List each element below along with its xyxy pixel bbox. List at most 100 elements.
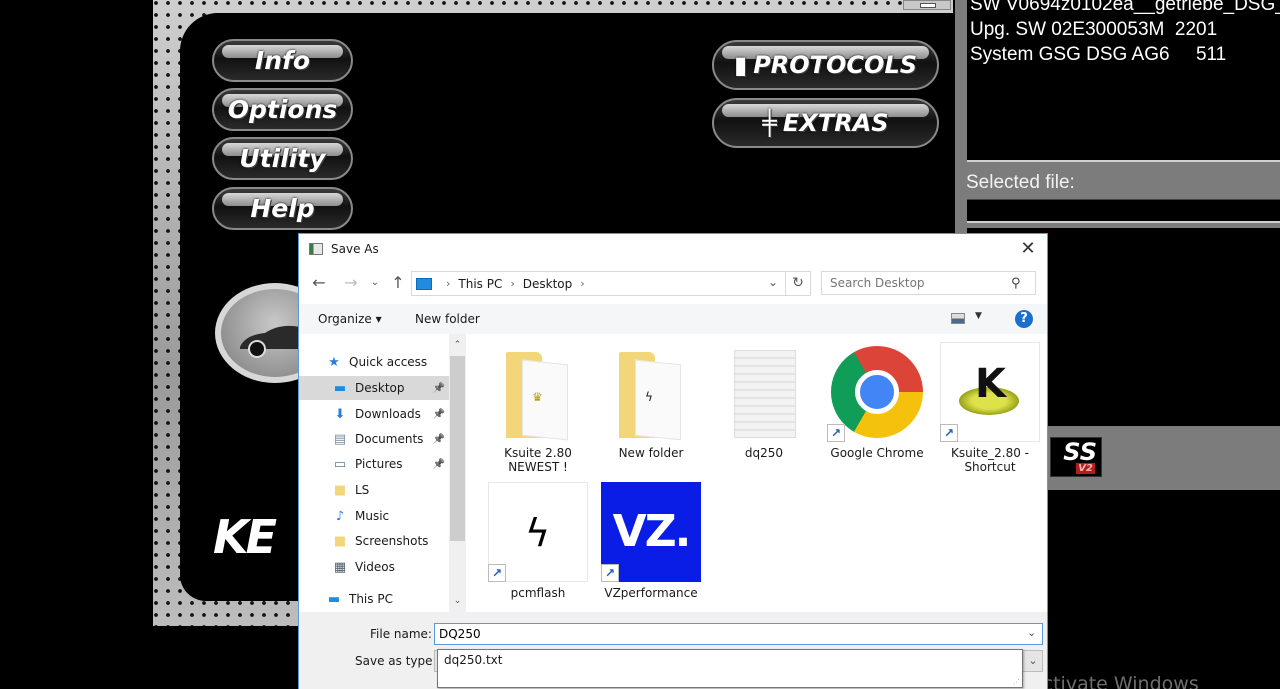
file-item[interactable]: ♛ Ksuite 2.80 NEWEST ! — [486, 342, 590, 474]
options-button[interactable]: Options — [212, 88, 353, 131]
sidebar-item-screenshots[interactable]: ■ Screenshots — [299, 529, 449, 553]
breadcrumb-desktop[interactable]: Desktop — [523, 277, 573, 291]
product-logo-text: SS — [1063, 438, 1097, 466]
file-item[interactable]: dq250 — [712, 342, 816, 460]
sidebar-item-videos[interactable]: ▦ Videos — [299, 555, 449, 579]
file-item[interactable]: ↗ Google Chrome — [825, 342, 929, 460]
info-button[interactable]: Info — [212, 39, 353, 82]
file-name: VZperformance — [604, 586, 698, 600]
save-as-dialog: Save As ✕ ← → ⌄ ↑ › This PC › Desktop › … — [298, 233, 1048, 689]
brand-logo: KE — [213, 510, 303, 560]
dialog-toolbar: Organize ▾ New folder ▼ ? — [299, 304, 1047, 334]
resize-grip-icon[interactable]: ⋰ — [1013, 678, 1020, 686]
sidebar-item-music[interactable]: ♪ Music — [299, 504, 449, 528]
brand-logo-text: KE — [213, 510, 277, 560]
music-icon: ♪ — [335, 508, 345, 524]
view-dropdown-icon[interactable]: ▼ — [975, 311, 982, 321]
activate-windows-watermark: Activate Windows — [1030, 673, 1199, 689]
minimize-button[interactable] — [903, 0, 951, 10]
address-dropdown-chevron-icon[interactable]: ⌄ — [768, 275, 778, 289]
this-pc-icon — [416, 277, 432, 290]
file-name-input[interactable] — [434, 623, 1043, 645]
pictures-icon: ▭ — [333, 456, 347, 472]
pin-icon: 📌 — [432, 433, 445, 445]
scroll-down-icon[interactable]: ⌄ — [449, 593, 466, 610]
new-folder-button[interactable]: New folder — [415, 312, 480, 326]
scroll-up-icon[interactable]: ⌃ — [449, 337, 466, 354]
folder-icon: ▮ — [733, 51, 748, 79]
ecu-info-text: SW V0694z0102ea__getriebe_DSG_ Upg. SW 02… — [967, 0, 1280, 162]
sidebar-item-quick-access[interactable]: ★ Quick access — [299, 350, 449, 374]
protocols-label: PROTOCOLS — [753, 51, 918, 79]
scrollbar-thumb[interactable] — [450, 356, 465, 541]
file-item[interactable]: VZ. ↗ VZperformance — [599, 482, 703, 600]
file-name: Ksuite_2.80 - Shortcut — [950, 446, 1029, 474]
sidebar-item-label: Desktop — [355, 381, 405, 395]
sidebar-item-label: LS — [355, 483, 370, 497]
extras-button[interactable]: ╪ EXTRAS — [712, 98, 939, 148]
dialog-titlebar[interactable]: Save As ✕ — [299, 234, 1047, 264]
star-icon: ★ — [328, 354, 340, 370]
info-line: Upg. SW 02E300053M 2201 — [970, 19, 1218, 40]
help-button[interactable]: Help — [212, 187, 353, 230]
search-icon[interactable]: ⚲ — [1011, 276, 1021, 291]
file-item[interactable]: K ↗ Ksuite_2.80 - Shortcut — [938, 342, 1042, 474]
extras-label: EXTRAS — [782, 109, 889, 137]
product-logo: SS V2 — [1050, 437, 1102, 477]
folder-icon: ■ — [333, 482, 347, 498]
chevron-right-icon: › — [510, 277, 515, 290]
utility-button[interactable]: Utility — [212, 137, 353, 180]
address-bar[interactable]: › This PC › Desktop › ⌄ — [411, 271, 811, 296]
product-logo-version: V2 — [1076, 463, 1095, 474]
documents-icon: ▤ — [333, 431, 347, 447]
sidebar-item-ls[interactable]: ■ LS — [299, 478, 449, 502]
sidebar-item-this-pc[interactable]: ▬ This PC — [299, 587, 449, 611]
sidebar-item-desktop[interactable]: ▬ Desktop 📌 — [299, 376, 449, 400]
chevron-right-icon: › — [580, 277, 585, 290]
sidebar-item-label: Documents — [355, 432, 424, 446]
save-options-panel: File name: ⌄ Save as type: ⌄ dq250.txt ⋰ — [299, 612, 1047, 689]
download-icon: ⬇ — [334, 406, 346, 422]
sidebar-item-label: Music — [355, 509, 390, 523]
help-icon[interactable]: ? — [1015, 310, 1033, 328]
file-name-dropdown-icon[interactable]: ⌄ — [1027, 626, 1036, 639]
sidebar-item-pictures[interactable]: ▭ Pictures 📌 — [299, 452, 449, 476]
close-icon[interactable]: ✕ — [1015, 238, 1041, 260]
save-as-type-dropdown-icon[interactable]: ⌄ — [1022, 650, 1043, 672]
desktop-icon: ▬ — [333, 380, 347, 396]
file-name: Ksuite 2.80 NEWEST ! — [504, 446, 572, 474]
organize-button[interactable]: Organize ▾ — [318, 312, 382, 326]
breadcrumb-this-pc[interactable]: This PC — [458, 277, 502, 291]
recent-locations-chevron-icon[interactable]: ⌄ — [365, 277, 385, 288]
this-pc-icon: ▬ — [327, 591, 341, 607]
change-view-icon[interactable] — [951, 313, 965, 324]
file-item[interactable]: ϟ ↗ pcmflash — [486, 482, 590, 600]
shortcut-arrow-icon: ↗ — [488, 564, 506, 582]
selected-file-field — [967, 199, 1280, 223]
sidebar-item-documents[interactable]: ▤ Documents 📌 — [299, 427, 449, 451]
chevron-right-icon: › — [446, 277, 451, 290]
back-arrow-icon[interactable]: ← — [309, 273, 329, 292]
autocomplete-list: dq250.txt ⋰ — [437, 649, 1023, 688]
text-file-icon — [734, 350, 796, 438]
search-input[interactable] — [821, 271, 1036, 295]
autocomplete-item[interactable]: dq250.txt — [444, 653, 1016, 667]
refresh-icon[interactable]: ↻ — [785, 271, 811, 296]
shortcut-arrow-icon: ↗ — [940, 424, 958, 442]
sidebar-item-label: Videos — [355, 560, 395, 574]
dialog-title: Save As — [331, 242, 379, 256]
up-arrow-icon[interactable]: ↑ — [388, 273, 408, 292]
sidebar-item-label: Pictures — [355, 457, 403, 471]
save-as-type-label: Save as type: — [355, 654, 437, 668]
file-name: pcmflash — [510, 586, 566, 600]
folder-icon: ♛ — [506, 352, 570, 441]
protocols-button[interactable]: ▮ PROTOCOLS — [712, 40, 939, 90]
navigation-scrollbar[interactable]: ⌃ ⌄ — [449, 334, 466, 612]
videos-icon: ▦ — [333, 559, 347, 575]
file-item[interactable]: ϟ New folder — [599, 342, 703, 460]
folder-icon: ϟ — [619, 352, 683, 441]
sidebar-item-label: Screenshots — [355, 534, 429, 548]
sidebar-item-label: Quick access — [349, 355, 428, 369]
sidebar-item-downloads[interactable]: ⬇ Downloads 📌 — [299, 402, 449, 426]
forward-arrow-icon[interactable]: → — [341, 273, 361, 292]
